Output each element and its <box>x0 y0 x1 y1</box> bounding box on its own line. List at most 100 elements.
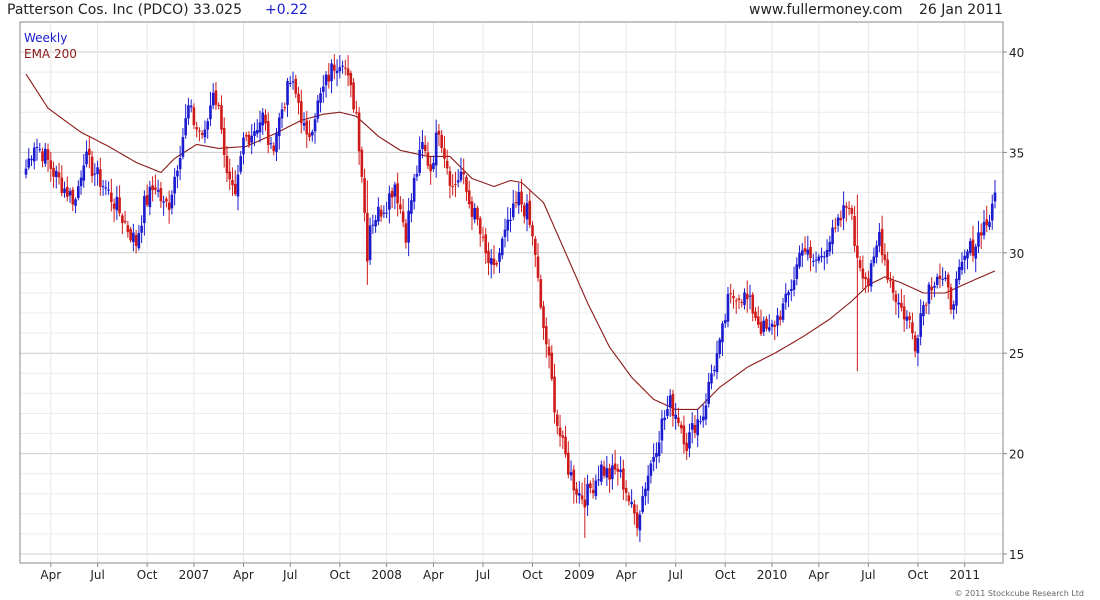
candle <box>484 227 488 264</box>
candle-body <box>222 127 226 156</box>
candle-body <box>341 65 344 67</box>
candle-body <box>825 249 829 257</box>
candle <box>633 499 636 525</box>
candle-body <box>613 463 617 470</box>
candle-body <box>644 488 647 497</box>
candle <box>938 263 942 289</box>
candle <box>465 174 468 201</box>
x-tick-label: 2011 <box>949 568 980 582</box>
candle-body <box>558 427 562 437</box>
candle <box>856 194 859 372</box>
candle-body <box>43 148 47 164</box>
candle-body <box>434 132 438 166</box>
candle <box>189 99 193 113</box>
y-tick-label: 30 <box>1009 247 1024 261</box>
candle-body <box>883 254 887 261</box>
candle <box>302 112 306 131</box>
candle <box>156 179 160 198</box>
candle-body <box>220 105 223 130</box>
candle-body <box>253 131 256 137</box>
candle <box>701 404 705 428</box>
candle <box>49 151 53 182</box>
candle-body <box>690 423 694 430</box>
candle-body <box>935 276 939 285</box>
candle <box>445 149 449 175</box>
candle-body <box>666 409 669 416</box>
candle-body <box>701 416 705 421</box>
candle-body <box>115 196 119 211</box>
candle-body <box>41 151 44 162</box>
candle-body <box>938 275 942 279</box>
candle-body <box>619 469 622 472</box>
candle-body <box>148 186 152 208</box>
candle-body <box>688 432 691 449</box>
candle-body <box>503 229 507 238</box>
candle <box>795 257 799 286</box>
candle-body <box>52 167 55 177</box>
candle-body <box>561 435 565 438</box>
candle-body <box>966 251 969 259</box>
candle-body <box>911 322 914 334</box>
candle <box>184 104 187 139</box>
candle-body <box>470 201 474 217</box>
candle <box>60 165 64 197</box>
candle-body <box>211 92 215 106</box>
candle <box>115 186 119 220</box>
candle <box>864 272 867 294</box>
candle <box>382 205 386 218</box>
candle-body <box>440 134 443 149</box>
candle-body <box>214 90 218 105</box>
candle-body <box>498 252 501 262</box>
candle-body <box>322 86 325 92</box>
candle <box>272 142 276 156</box>
candle-body <box>924 304 928 306</box>
candle <box>233 170 237 197</box>
candle <box>35 138 39 161</box>
candle-body <box>250 135 254 143</box>
candle <box>718 337 722 359</box>
candle <box>487 242 490 276</box>
candle <box>286 77 289 117</box>
candle <box>823 251 826 271</box>
candle <box>137 225 141 251</box>
candle-body <box>586 483 589 506</box>
candle-body <box>225 155 229 174</box>
candle <box>423 135 427 155</box>
candle <box>220 95 223 135</box>
candle <box>765 316 768 332</box>
candle-body <box>57 172 61 178</box>
candle <box>630 489 633 508</box>
candle-body <box>333 64 336 71</box>
candle-body <box>104 187 108 189</box>
candle-body <box>112 203 116 209</box>
candle-body <box>660 418 664 441</box>
candle <box>437 124 441 147</box>
candle <box>803 236 807 255</box>
candle-body <box>528 200 532 225</box>
candle <box>814 251 818 273</box>
candle-body <box>143 196 146 224</box>
candle <box>740 299 744 308</box>
candle <box>333 54 336 80</box>
candle-body <box>550 352 554 379</box>
candle-body <box>801 250 804 256</box>
candle-body <box>905 316 909 321</box>
candle <box>641 486 644 515</box>
candle-body <box>209 105 212 120</box>
grid-lines <box>20 22 1003 563</box>
candle <box>619 456 622 478</box>
candle-body <box>38 149 42 151</box>
candle-body <box>933 285 936 288</box>
candle-body <box>377 206 380 222</box>
candle <box>646 465 650 504</box>
candle-body <box>330 63 333 82</box>
candle <box>878 223 881 253</box>
candle <box>858 256 862 272</box>
candle-body <box>977 232 980 247</box>
candle-body <box>173 176 176 194</box>
candle-body <box>187 105 190 119</box>
candle <box>674 403 677 430</box>
candle <box>57 162 61 185</box>
candle <box>751 292 755 322</box>
candle <box>65 176 69 202</box>
